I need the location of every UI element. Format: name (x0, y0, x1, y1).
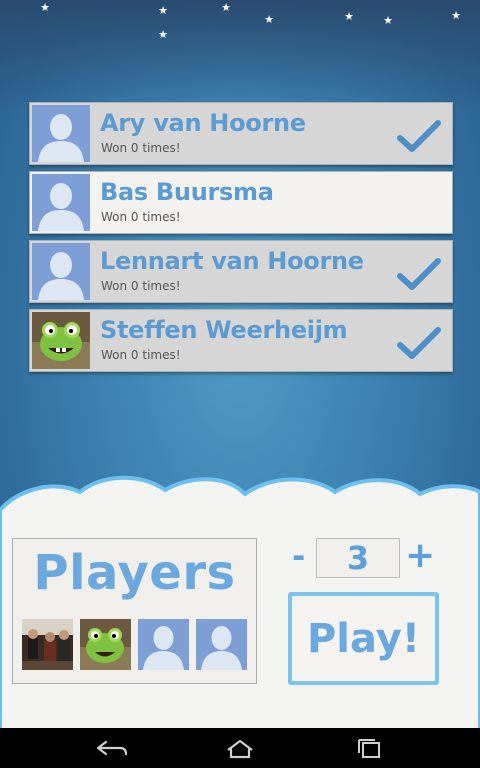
star-icon: ★ (40, 1, 50, 14)
player-count: 3 (316, 538, 400, 578)
star-icon: ★ (383, 14, 393, 27)
home-icon[interactable] (220, 737, 260, 759)
star-icon: ★ (221, 1, 231, 14)
player-row-3[interactable]: Steffen Weerheijm Won 0 times! (29, 309, 453, 372)
avatar (32, 312, 90, 369)
player-name: Steffen Weerheijm (100, 316, 348, 344)
player-row-1[interactable]: Bas Buursma Won 0 times! (29, 171, 453, 234)
player-name: Bas Buursma (100, 178, 274, 206)
avatar (138, 619, 189, 670)
player-wins: Won 0 times! (101, 348, 181, 362)
player-row-0[interactable]: Ary van Hoorne Won 0 times! (29, 102, 453, 165)
avatar (32, 105, 90, 162)
night-sky (0, 0, 480, 110)
app-screen: ★ ★ ★ ★ ★ ★ ★ ★ Ary van Hoorne Won 0 tim… (0, 0, 480, 768)
player-wins: Won 0 times! (101, 141, 181, 155)
checkmark-icon (397, 327, 441, 359)
star-icon: ★ (158, 28, 168, 41)
players-title: Players (33, 545, 236, 601)
back-icon[interactable] (92, 737, 132, 759)
recent-apps-icon[interactable] (350, 737, 390, 759)
avatar (32, 243, 90, 300)
avatar (32, 174, 90, 231)
player-row-2[interactable]: Lennart van Hoorne Won 0 times! (29, 240, 453, 303)
player-wins: Won 0 times! (101, 279, 181, 293)
star-icon: ★ (264, 13, 274, 26)
star-icon: ★ (451, 9, 461, 22)
group-photo-avatar (22, 619, 73, 670)
decrease-button[interactable]: - (292, 540, 310, 572)
players-panel: Players (12, 538, 257, 684)
player-wins: Won 0 times! (101, 210, 181, 224)
player-list: Ary van Hoorne Won 0 times! Bas Buursma … (29, 102, 453, 378)
green-monster-avatar (80, 619, 131, 670)
system-navbar (0, 728, 480, 768)
play-button[interactable]: Play! (288, 592, 439, 685)
player-name: Lennart van Hoorne (100, 247, 364, 275)
star-icon: ★ (158, 4, 168, 17)
avatar (196, 619, 247, 670)
player-name: Ary van Hoorne (100, 109, 306, 137)
checkmark-icon (397, 258, 441, 290)
checkmark-icon (397, 120, 441, 152)
star-icon: ★ (344, 10, 354, 23)
increase-button[interactable]: + (405, 538, 435, 574)
